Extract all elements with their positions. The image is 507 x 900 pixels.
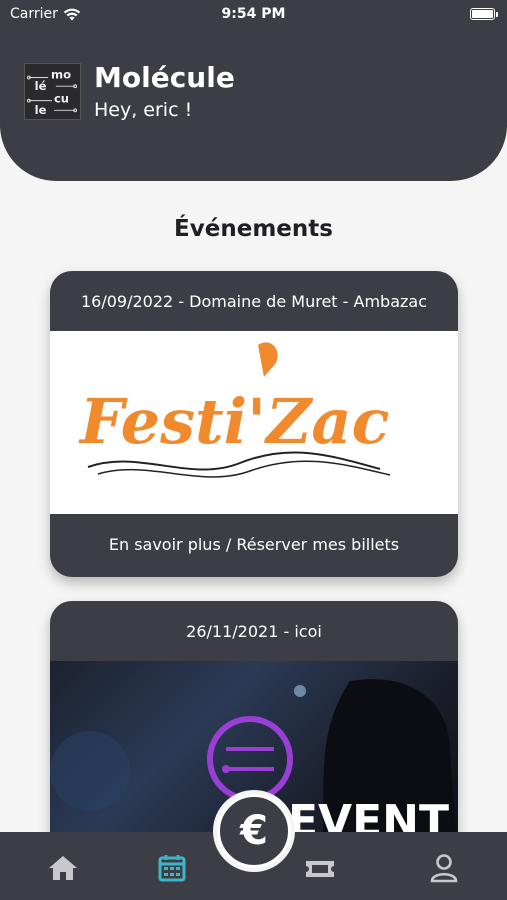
event-card-header: 16/09/2022 - Domaine de Muret - Ambazac: [81, 292, 427, 311]
event-card-header: 26/11/2021 - icoi: [186, 622, 322, 641]
festizac-logo-text: Festi'Zac: [78, 385, 389, 458]
event-card[interactable]: 16/09/2022 - Domaine de Muret - Ambazac …: [50, 271, 458, 577]
status-time: 9:54 PM: [221, 6, 286, 22]
tab-events[interactable]: [150, 846, 194, 890]
battery-icon: [470, 8, 498, 20]
home-icon: [49, 856, 77, 880]
app-title: Molécule: [94, 61, 235, 94]
tab-home[interactable]: [41, 846, 85, 890]
tab-profile[interactable]: [422, 846, 466, 890]
calendar-icon: [158, 855, 186, 882]
logo-text-1: mo: [51, 67, 71, 81]
molecule-logo: mo lé cu le: [24, 63, 81, 120]
book-tickets-link[interactable]: En savoir plus / Réserver mes billets: [50, 514, 458, 575]
greeting: Hey, eric !: [94, 99, 193, 121]
status-bar: Carrier 9:54 PM: [0, 0, 507, 28]
euro-icon: €: [240, 808, 268, 854]
user-icon: [430, 854, 458, 883]
euro-button[interactable]: €: [217, 794, 291, 868]
logo-text-4: le: [35, 103, 47, 117]
logo-text-3: cu: [54, 92, 69, 106]
ticket-icon: [306, 861, 334, 877]
logo-text-2: lé: [35, 79, 47, 93]
event-image[interactable]: Festi'Zac: [50, 331, 458, 514]
section-title: Événements: [174, 216, 333, 242]
tab-tickets[interactable]: [298, 846, 342, 890]
app-header: mo lé cu le Molécule Hey, eric !: [0, 28, 507, 181]
